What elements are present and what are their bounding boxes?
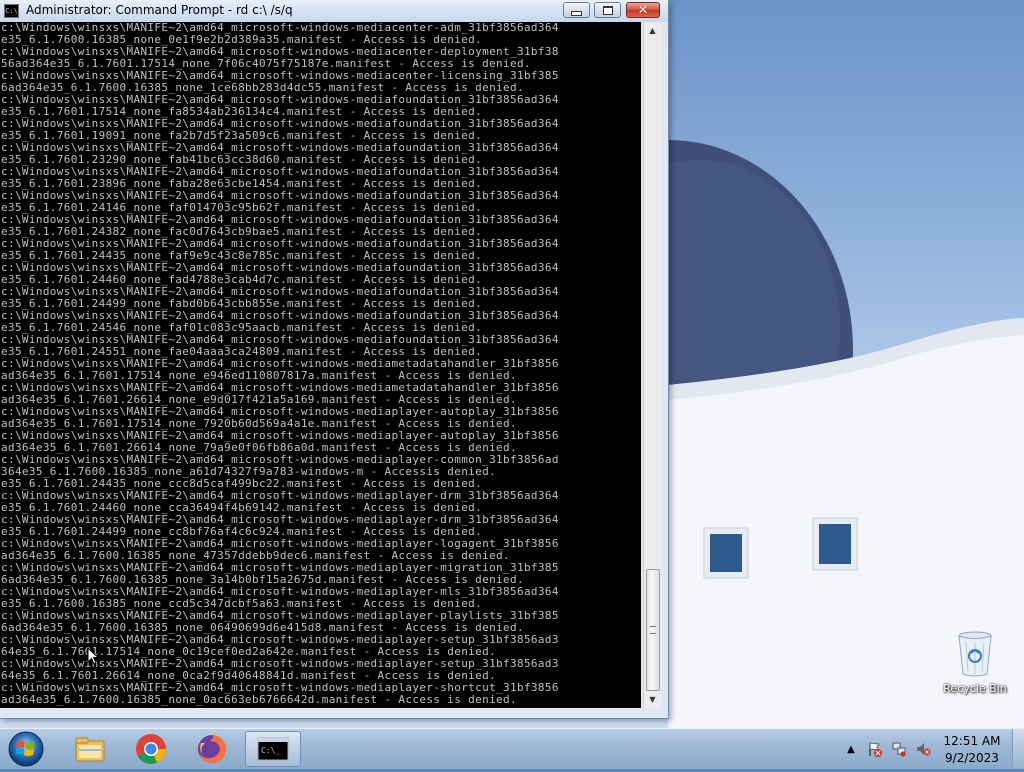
start-button[interactable] <box>4 730 48 768</box>
command-prompt-icon: C:\_ <box>257 737 289 761</box>
system-tray: ▲ <box>843 731 939 767</box>
windows-start-icon <box>8 731 44 767</box>
network-icon[interactable] <box>891 741 907 757</box>
building-window <box>703 527 749 579</box>
scroll-down-arrow-icon[interactable]: ▼ <box>644 691 661 708</box>
scrollbar-grip-icon <box>650 626 656 634</box>
maximize-icon <box>602 5 613 15</box>
taskbar-command-prompt[interactable]: C:\_ <box>245 731 301 767</box>
window-titlebar[interactable]: C:\ Administrator: Command Prompt - rd c… <box>0 0 668 22</box>
recycle-bin-label: Recycle Bin <box>943 682 1007 695</box>
mouse-pointer-icon <box>87 647 99 665</box>
cmd-app-icon[interactable]: C:\ <box>4 4 19 18</box>
show-hidden-icons-arrow-icon[interactable]: ▲ <box>843 741 859 757</box>
taskbar-firefox[interactable] <box>184 731 240 767</box>
clock-date: 9/2/2023 <box>945 751 999 765</box>
volume-muted-icon[interactable] <box>915 741 931 757</box>
svg-text:C:\_: C:\_ <box>261 746 280 755</box>
minimize-icon <box>571 11 582 16</box>
scroll-up-arrow-icon[interactable]: ▲ <box>644 22 661 39</box>
taskbar-clock[interactable]: 12:51 AM 9/2/2023 <box>940 733 1004 767</box>
minimize-button[interactable] <box>563 2 590 18</box>
window-bottom-border <box>0 708 668 718</box>
close-button[interactable]: ✕ <box>626 2 660 18</box>
chrome-icon <box>136 734 166 764</box>
scrollbar-thumb[interactable] <box>646 569 660 691</box>
window-title: Administrator: Command Prompt - rd c:\ /… <box>26 3 293 17</box>
console-output[interactable]: c:\Windows\winsxs\MANIFE~2\amd64_microso… <box>0 22 641 708</box>
taskbar-file-explorer[interactable] <box>62 731 118 767</box>
clock-time: 12:51 AM <box>943 734 1001 748</box>
taskbar: C:\_ ▲ 12:51 AM 9/2/2023 <box>0 728 1024 769</box>
taskbar-chrome[interactable] <box>123 731 179 767</box>
action-center-flag-icon[interactable] <box>867 741 883 757</box>
file-explorer-icon <box>75 737 105 762</box>
close-icon: ✕ <box>637 2 649 18</box>
command-prompt-window[interactable]: C:\ Administrator: Command Prompt - rd c… <box>0 0 669 719</box>
console-line: ad364e35_6.1.7600.16385_none_0ac663eb676… <box>1 693 517 706</box>
show-desktop-button[interactable] <box>1012 729 1024 769</box>
recycle-bin-icon <box>958 631 992 677</box>
vertical-scrollbar[interactable]: ▲ ▼ <box>643 22 661 708</box>
maximize-button[interactable] <box>594 2 621 18</box>
recycle-bin-shortcut[interactable]: Recycle Bin <box>941 630 1009 695</box>
firefox-icon <box>198 734 227 763</box>
building-window <box>812 517 858 571</box>
